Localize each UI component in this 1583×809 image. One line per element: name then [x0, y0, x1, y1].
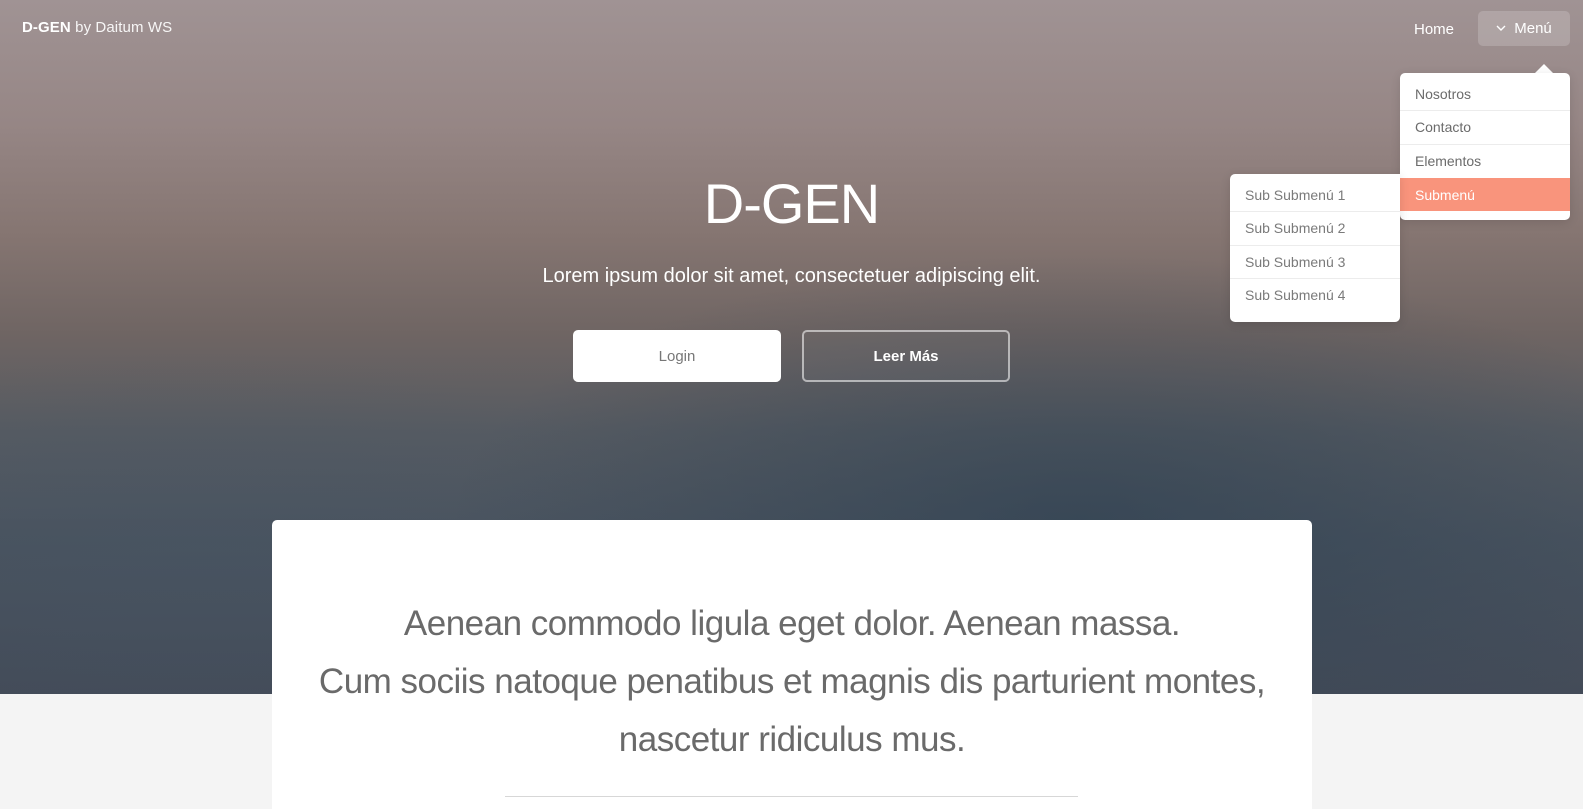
hero-title: D-GEN	[703, 172, 880, 235]
site-brand[interactable]: D-GEN by Daitum WS	[22, 19, 172, 36]
intro-text: Aenean commodo ligula eget dolor. Aenean…	[272, 595, 1312, 769]
brand-byline: by Daitum WS	[75, 19, 173, 36]
read-more-button[interactable]: Leer Más	[802, 330, 1010, 382]
dropdown-item-contacto[interactable]: Contacto	[1400, 110, 1570, 143]
hero-subtitle: Lorem ipsum dolor sit amet, consectetuer…	[542, 265, 1041, 287]
chevron-down-icon	[1496, 20, 1506, 37]
nav-home-link[interactable]: Home	[1402, 12, 1466, 46]
nav-menu-button[interactable]: Menú	[1478, 11, 1570, 46]
card-divider	[505, 796, 1078, 797]
login-button[interactable]: Login	[573, 330, 781, 382]
intro-line-1: Aenean commodo ligula eget dolor. Aenean…	[403, 604, 1181, 643]
brand-name: D-GEN	[22, 19, 71, 36]
intro-line-2: Cum sociis natoque penatibus et magnis d…	[318, 662, 1266, 701]
page: D-GEN by Daitum WS Home Menú Nosotros Co…	[0, 0, 1583, 809]
intro-line-3: nascetur ridiculus mus.	[618, 720, 966, 759]
dropdown-caret	[1535, 64, 1553, 73]
nav-menu-label: Menú	[1514, 20, 1552, 37]
dropdown-item-nosotros[interactable]: Nosotros	[1400, 77, 1570, 110]
